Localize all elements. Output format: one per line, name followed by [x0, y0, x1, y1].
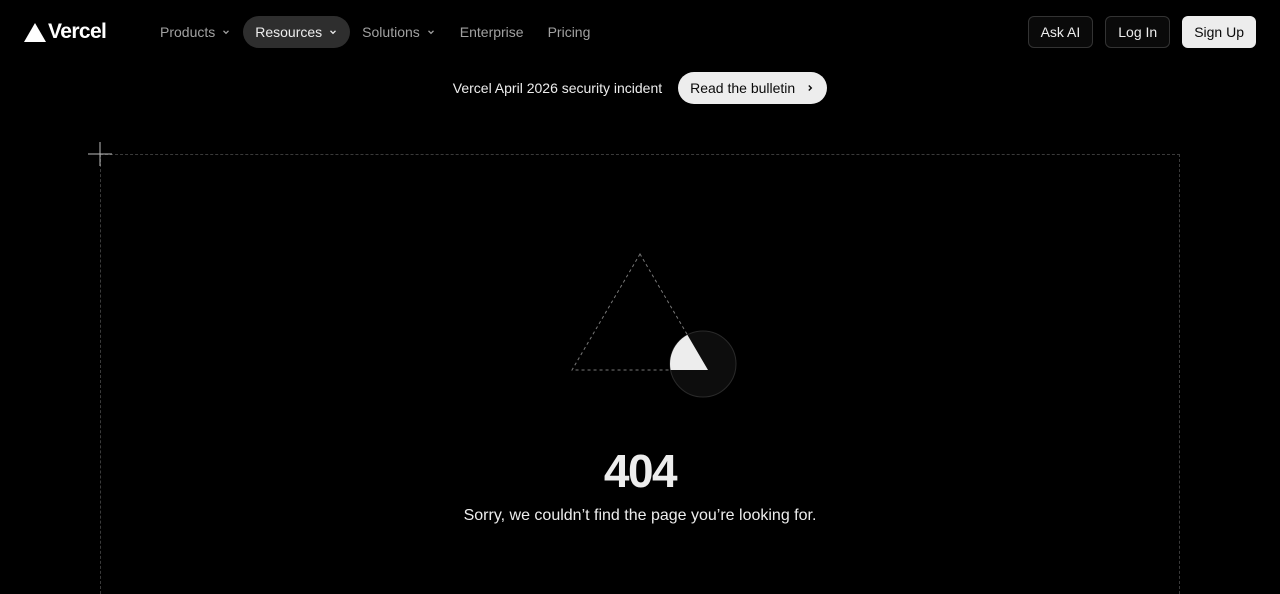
nav-products[interactable]: Products: [148, 16, 243, 48]
log-in-button[interactable]: Log In: [1105, 16, 1171, 48]
chevron-down-icon: [330, 30, 337, 35]
chevron-right-icon: [808, 85, 813, 91]
main-nav: Products Resources Solutions Enterprise …: [148, 16, 602, 48]
ask-ai-button[interactable]: Ask AI: [1027, 16, 1094, 48]
chevron-down-icon: [427, 30, 434, 35]
read-bulletin-button[interactable]: Read the bulletin: [678, 72, 828, 104]
crosshair-icon: [88, 142, 112, 166]
bulletin-label: Read the bulletin: [690, 80, 796, 96]
header-actions: Ask AI Log In Sign Up: [1027, 16, 1256, 48]
nav-pricing[interactable]: Pricing: [536, 16, 603, 48]
nav-label: Resources: [255, 24, 323, 40]
vercel-triangle-icon: [24, 22, 46, 42]
chevron-down-icon: [223, 30, 230, 35]
nav-enterprise[interactable]: Enterprise: [448, 16, 536, 48]
error-message: Sorry, we couldn’t find the page you’re …: [463, 507, 817, 524]
nav-label: Products: [160, 24, 216, 40]
sign-up-button[interactable]: Sign Up: [1182, 16, 1256, 48]
nav-label: Pricing: [547, 24, 591, 40]
nav-label: Enterprise: [459, 24, 524, 40]
nav-label: Solutions: [362, 24, 420, 40]
nav-resources[interactable]: Resources: [243, 16, 351, 48]
site-header: Vercel Products Resources Solutions Ente…: [0, 0, 1280, 64]
announcement-banner: Vercel April 2026 security incident Read…: [0, 72, 1280, 104]
banner-text: Vercel April 2026 security incident: [452, 80, 663, 96]
error-illustration: [571, 253, 737, 398]
logo-text: Vercel: [48, 20, 107, 43]
error-code: 404: [603, 445, 678, 497]
vercel-logo[interactable]: Vercel: [24, 20, 107, 44]
nav-solutions[interactable]: Solutions: [350, 16, 448, 48]
triangle-fragment: [670, 331, 708, 370]
